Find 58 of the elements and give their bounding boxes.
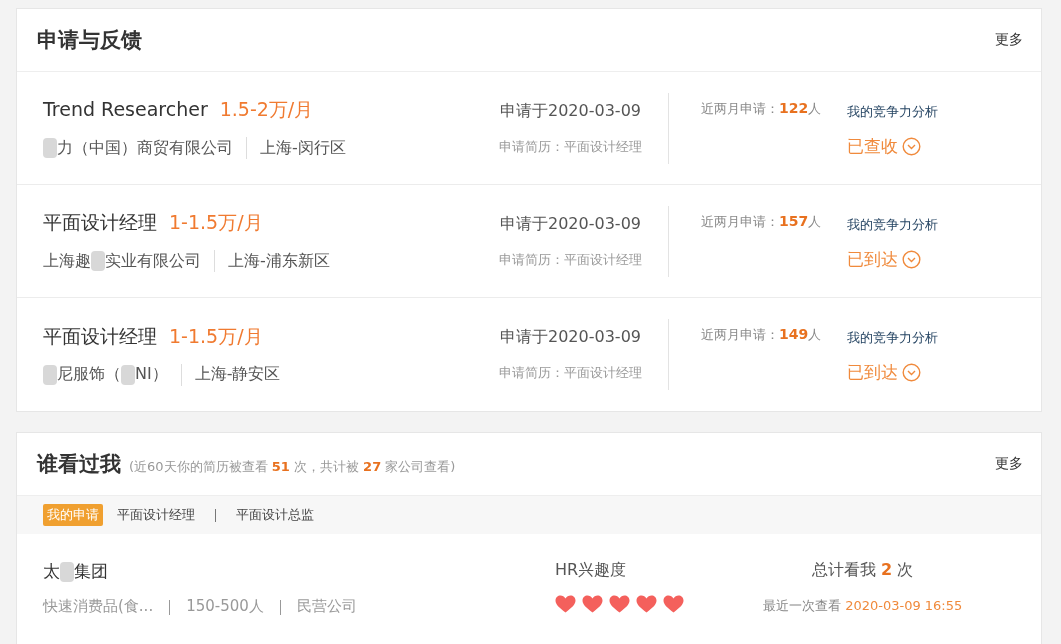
redaction-mark bbox=[60, 561, 74, 582]
analysis-link[interactable]: 我的竞争力分析 bbox=[847, 329, 938, 347]
apply-date: 申请于2020-03-09 bbox=[499, 213, 642, 235]
chevron-down-icon[interactable] bbox=[902, 363, 921, 382]
redaction-mark bbox=[121, 364, 135, 385]
recent-applicants: 近两月申请：157人 bbox=[701, 213, 823, 231]
view-count: 总计看我 2 次 bbox=[811, 560, 915, 581]
chevron-down-icon[interactable] bbox=[902, 136, 921, 156]
company-name: 实业有限公司 bbox=[105, 250, 201, 272]
recent-applicants: 近两月申请：122人 bbox=[701, 100, 823, 118]
redaction-mark bbox=[43, 138, 57, 158]
redaction-mark bbox=[91, 251, 105, 271]
resume-info: 申请简历：平面设计经理 bbox=[498, 364, 643, 382]
more-link[interactable]: 更多 bbox=[995, 31, 1023, 49]
industry: 快速消费品(食... bbox=[43, 597, 154, 616]
location: 上海-静安区 bbox=[194, 364, 281, 385]
section-title: 申请与反馈 bbox=[37, 27, 142, 54]
heart-icon bbox=[636, 595, 657, 613]
analysis-link[interactable]: 我的竞争力分析 bbox=[847, 102, 938, 121]
location: 上海-浦东新区 bbox=[228, 250, 330, 272]
heart-icon bbox=[663, 595, 684, 613]
company-name: 上海趣 bbox=[43, 250, 91, 272]
company-name: 集团 bbox=[74, 560, 108, 583]
salary: 1.5-2万/月 bbox=[219, 97, 314, 122]
company-type: 民营公司 bbox=[296, 597, 357, 616]
apply-date: 申请于2020-03-09 bbox=[499, 327, 642, 348]
job-title[interactable]: Trend Researcher bbox=[43, 98, 208, 120]
filter-tab[interactable]: 平面设计总监 bbox=[232, 504, 318, 526]
resume-info: 申请简历：平面设计经理 bbox=[498, 137, 643, 156]
more-link[interactable]: 更多 bbox=[995, 455, 1023, 473]
redaction-mark bbox=[43, 364, 57, 385]
view-summary: (近60天你的简历被查看 51 次，共计被 27 家公司查看) bbox=[129, 458, 456, 476]
job-title[interactable]: 平面设计经理 bbox=[43, 323, 157, 350]
analysis-link[interactable]: 我的竞争力分析 bbox=[847, 215, 938, 234]
chevron-down-icon[interactable] bbox=[902, 249, 921, 269]
salary: 1-1.5万/月 bbox=[169, 323, 263, 349]
company-size: 150-500人 bbox=[186, 597, 264, 616]
company-name: 力（中国）商贸有限公司 bbox=[57, 137, 233, 159]
interest-label: HR兴趣度 bbox=[555, 560, 628, 581]
status-text: 已查收 bbox=[847, 134, 898, 158]
location: 上海-闵行区 bbox=[260, 137, 346, 159]
company-name: 太 bbox=[43, 560, 60, 583]
heart-icon bbox=[609, 595, 630, 613]
status-text: 已到达 bbox=[847, 247, 898, 271]
heart-icon bbox=[582, 595, 603, 613]
status-text: 已到达 bbox=[847, 361, 898, 384]
resume-info: 申请简历：平面设计经理 bbox=[498, 250, 643, 269]
last-view-label: 最近一次查看 bbox=[763, 598, 841, 613]
filter-tab[interactable]: 平面设计经理 bbox=[113, 504, 199, 526]
apply-date: 申请于2020-03-09 bbox=[499, 100, 642, 122]
company-name: NI） bbox=[135, 364, 168, 385]
company-name: 尼服饰（ bbox=[57, 364, 121, 385]
heart-icon bbox=[555, 595, 576, 613]
job-title[interactable]: 平面设计经理 bbox=[43, 210, 157, 236]
salary: 1-1.5万/月 bbox=[169, 210, 263, 235]
last-view-time: 2020-03-09 16:55 bbox=[845, 598, 963, 613]
recent-applicants: 近两月申请：149人 bbox=[701, 326, 823, 344]
section-title: 谁看过我 bbox=[37, 451, 121, 478]
